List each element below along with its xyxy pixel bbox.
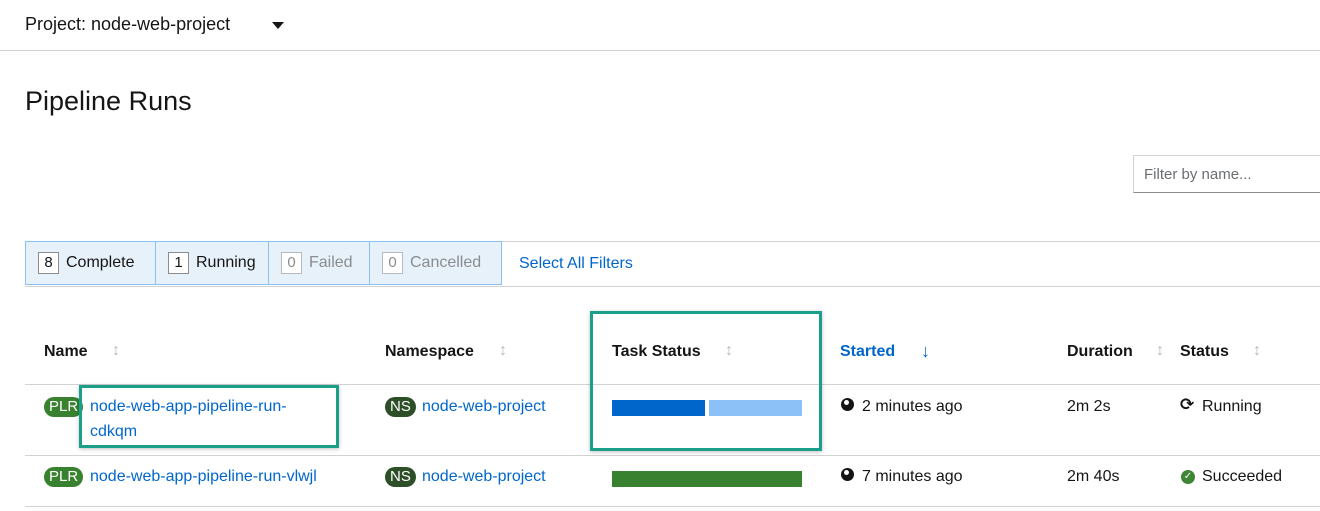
column-header-status[interactable]: Status	[1180, 343, 1229, 361]
caret-down-icon[interactable]	[272, 22, 284, 29]
filter-cancelled-label: Cancelled	[410, 254, 482, 271]
column-header-namespace[interactable]: Namespace	[385, 343, 474, 361]
duration: 2m 2s	[1067, 398, 1111, 415]
row-divider	[25, 506, 1320, 507]
pipeline-run-name-link[interactable]: node-web-app-pipeline-run-vlwjl	[90, 468, 317, 486]
sort-descending-icon[interactable]: ↓	[921, 341, 930, 362]
duration: 2m 40s	[1067, 468, 1120, 485]
filter-failed-label: Failed	[309, 254, 353, 271]
highlight-box-task-status	[590, 311, 822, 451]
project-selector[interactable]: Project: node-web-project	[25, 14, 230, 35]
filter-running-count: 1	[168, 252, 189, 274]
sort-icon[interactable]: ↕	[1156, 342, 1164, 360]
filter-complete-count: 8	[38, 252, 59, 274]
globe-icon	[841, 468, 854, 481]
select-all-filters-link[interactable]: Select All Filters	[519, 255, 633, 273]
plr-badge: PLR	[44, 397, 84, 417]
sort-icon[interactable]: ↕	[112, 342, 120, 360]
ns-badge: NS	[385, 397, 416, 417]
column-header-duration[interactable]: Duration	[1067, 343, 1133, 361]
row-divider	[25, 455, 1320, 456]
highlight-box-run-name	[79, 385, 339, 448]
filter-complete[interactable]: 8 Complete	[25, 241, 156, 285]
page-title: Pipeline Runs	[25, 86, 192, 116]
filter-running[interactable]: 1 Running	[155, 241, 269, 285]
filter-cancelled-count: 0	[382, 252, 403, 274]
status-text: Succeeded	[1202, 468, 1283, 485]
sort-icon[interactable]: ↕	[1253, 342, 1261, 360]
sort-icon[interactable]: ↕	[499, 342, 507, 360]
column-header-name[interactable]: Name	[44, 343, 88, 361]
started-time: 7 minutes ago	[862, 468, 963, 485]
globe-icon	[841, 398, 854, 411]
status-text: Running	[1202, 398, 1262, 415]
filter-running-label: Running	[196, 254, 256, 271]
filter-by-name-input[interactable]	[1133, 155, 1320, 193]
namespace-link[interactable]: node-web-project	[422, 468, 546, 486]
column-header-started[interactable]: Started	[840, 343, 895, 361]
namespace-link[interactable]: node-web-project	[422, 398, 546, 416]
task-status-bar-succeeded	[612, 471, 802, 487]
filter-failed-count: 0	[281, 252, 302, 274]
filter-failed[interactable]: 0 Failed	[268, 241, 370, 285]
sync-icon: ⟳	[1180, 395, 1195, 414]
plr-badge: PLR	[44, 467, 84, 487]
ns-badge: NS	[385, 467, 416, 487]
filter-complete-label: Complete	[66, 254, 135, 271]
filter-cancelled[interactable]: 0 Cancelled	[369, 241, 502, 285]
started-time: 2 minutes ago	[862, 398, 963, 415]
check-circle-icon: ✓	[1181, 470, 1195, 484]
